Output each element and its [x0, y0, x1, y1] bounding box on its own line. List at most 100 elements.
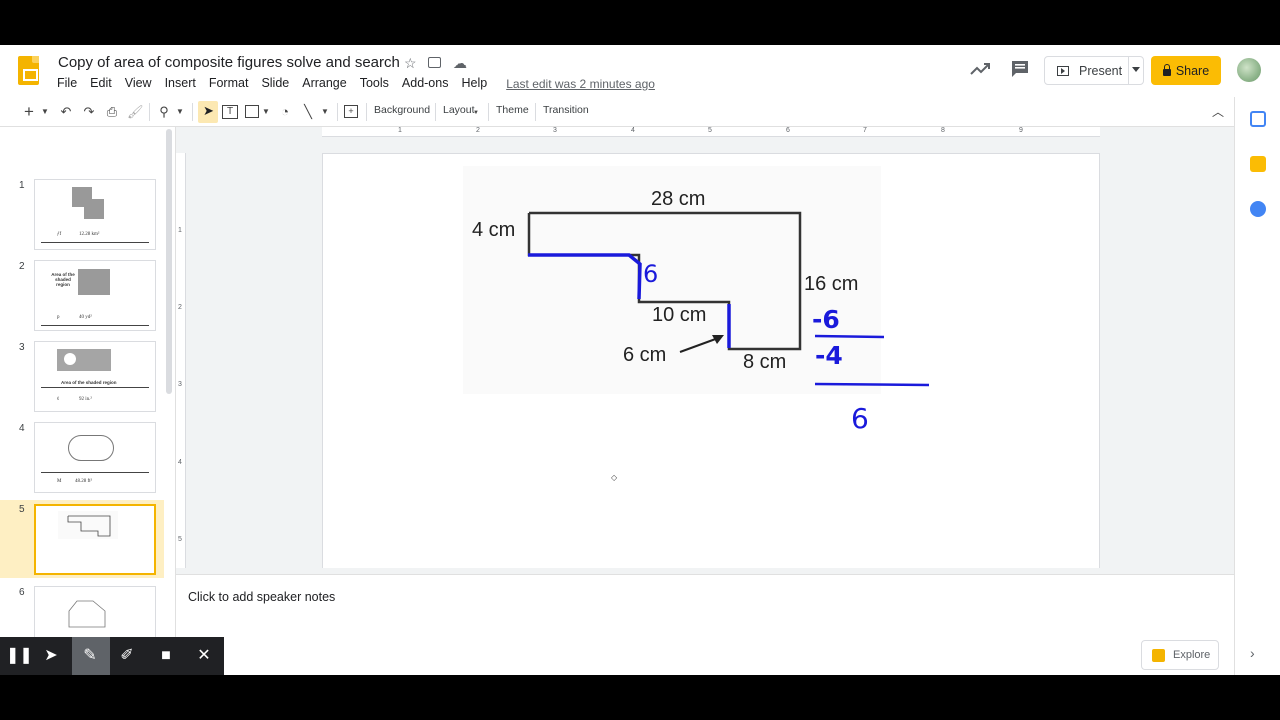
pen-tool-icon[interactable]: ✎: [80, 646, 100, 666]
menu-view[interactable]: View: [125, 76, 158, 94]
collapse-menus-chevron-up-icon[interactable]: ︿: [1210, 103, 1226, 121]
ink-underline-2: [814, 382, 930, 387]
paint-format-icon[interactable]: 🖌︎: [127, 103, 144, 121]
explore-button[interactable]: Explore: [1141, 640, 1219, 670]
layout-button[interactable]: Layout: [443, 104, 475, 116]
calendar-icon[interactable]: [1250, 111, 1266, 127]
menu-slide[interactable]: Slide: [261, 76, 295, 94]
menu-insert[interactable]: Insert: [165, 76, 202, 94]
speaker-notes[interactable]: Click to add speaker notes Explore: [176, 574, 1234, 675]
pause-icon[interactable]: ❚❚: [6, 646, 33, 666]
slide-number: 4: [19, 423, 25, 434]
present-dropdown-icon[interactable]: [1132, 67, 1140, 72]
slide-thumbnail-1[interactable]: ƒf 12.28 km²: [34, 179, 156, 250]
slides-logo-icon[interactable]: [18, 56, 39, 85]
ink-minus-two: -4: [815, 341, 843, 370]
highlighter-tool-icon[interactable]: ✐: [117, 646, 137, 666]
ink-result: 6: [851, 402, 869, 435]
slide-number: 2: [19, 261, 25, 272]
account-avatar[interactable]: [1237, 58, 1261, 82]
show-side-panel-chevron-icon[interactable]: ›: [1250, 645, 1255, 661]
theme-button[interactable]: Theme: [496, 104, 529, 116]
zoom-dropdown-icon[interactable]: ▼: [175, 103, 185, 121]
keep-icon[interactable]: [1250, 156, 1266, 172]
menu-edit[interactable]: Edit: [90, 76, 118, 94]
image-icon[interactable]: [245, 105, 259, 118]
menu-tools[interactable]: Tools: [360, 76, 395, 94]
slide-number: 5: [19, 504, 25, 515]
slide-thumbnail-3[interactable]: Area of the shaded region ℓ 92 in.²: [34, 341, 156, 412]
pointer-tool-icon[interactable]: ➤: [41, 646, 61, 666]
shape-icon[interactable]: ◔: [277, 103, 293, 121]
select-tool[interactable]: ➤: [198, 101, 218, 123]
ink-stroke-top: [528, 253, 642, 300]
slide-number: 6: [19, 587, 25, 598]
ink-minus-one: -6: [812, 305, 840, 334]
print-icon[interactable]: ⎙: [104, 103, 120, 121]
present-icon: [1057, 65, 1069, 76]
layout-dropdown-icon[interactable]: ▼: [472, 104, 480, 122]
share-button[interactable]: Share: [1151, 56, 1221, 85]
label-right: 16 cm: [804, 273, 859, 295]
redo-icon[interactable]: ↷: [81, 103, 97, 121]
slide-number: 3: [19, 342, 25, 353]
new-slide-icon[interactable]: +: [22, 103, 36, 121]
toolbar: + ▼ ↶ ↷ ⎙ 🖌︎ ⚲ ▼ ➤ T ▼ ◔ ╲ ▼ + Backgroun…: [0, 97, 1234, 127]
filmstrip-scrollbar[interactable]: [166, 129, 172, 394]
screen-recorder-toolbar: ❚❚ ➤ ✎ ✐ ■ ✕: [0, 637, 224, 675]
new-slide-layout-dropdown-icon[interactable]: ▼: [40, 103, 50, 121]
google-slides-window: Copy of area of composite figures solve …: [0, 45, 1280, 675]
cloud-saved-icon: ☁: [453, 55, 467, 71]
close-recorder-icon[interactable]: ✕: [194, 646, 214, 666]
star-icon[interactable]: ☆: [404, 55, 417, 71]
label-arrow: 6 cm: [623, 344, 667, 366]
image-dropdown-icon[interactable]: ▼: [261, 103, 271, 121]
explore-icon: [1152, 648, 1165, 662]
zoom-icon[interactable]: ⚲: [156, 103, 172, 121]
transition-button[interactable]: Transition: [543, 104, 589, 116]
undo-icon[interactable]: ↶: [58, 103, 74, 121]
speaker-notes-placeholder[interactable]: Click to add speaker notes: [188, 590, 335, 604]
camera-icon[interactable]: ■: [156, 646, 176, 666]
menu-file[interactable]: File: [57, 76, 83, 94]
share-label: Share: [1175, 63, 1210, 78]
line-dropdown-icon[interactable]: ▼: [320, 103, 330, 121]
menu-arrange[interactable]: Arrange: [302, 76, 352, 94]
slide-thumbnail-5[interactable]: [34, 504, 156, 575]
slide-number: 1: [19, 180, 25, 191]
label-left: 4 cm: [472, 219, 516, 241]
activity-dashboard-icon[interactable]: [968, 59, 992, 79]
menu-addons[interactable]: Add-ons: [402, 76, 455, 94]
text-box-icon[interactable]: T: [222, 105, 238, 119]
current-slide[interactable]: 28 cm 4 cm 16 cm 10 cm 6 cm 8 cm 6 -6 -4…: [322, 153, 1100, 590]
explore-label: Explore: [1173, 649, 1211, 661]
menu-help[interactable]: Help: [461, 76, 493, 94]
label-top: 28 cm: [651, 188, 706, 210]
background-button[interactable]: Background: [374, 104, 430, 116]
ink-underline-1: [814, 334, 885, 339]
horizontal-ruler: 1 2 3 4 5 6 7 8 9: [322, 127, 1100, 137]
move-folder-icon[interactable]: [428, 57, 441, 68]
comment-history-icon[interactable]: [1010, 60, 1030, 78]
menu-format[interactable]: Format: [209, 76, 255, 94]
lock-icon: [1162, 64, 1171, 76]
cursor-arrow-icon: ➤: [203, 103, 214, 118]
last-edit-link[interactable]: Last edit was 2 minutes ago: [506, 77, 655, 94]
figure-drawing: [527, 211, 930, 387]
present-button[interactable]: Present: [1044, 56, 1144, 85]
slide-filmstrip: 1 ƒf 12.28 km² 2 Area of the shaded regi…: [0, 127, 176, 675]
document-title[interactable]: Copy of area of composite figures solve …: [58, 54, 400, 71]
slide-canvas-area: 1 2 3 4 5 6 7 8 9 1 2 3 4 5 28 cm 4 cm 1…: [176, 127, 1234, 591]
tasks-icon[interactable]: [1250, 201, 1266, 217]
app-header: Copy of area of composite figures solve …: [0, 45, 1280, 97]
slide-thumbnail-2[interactable]: Area of the shaded region p 40 yd²: [34, 260, 156, 331]
vertical-ruler: 1 2 3 4 5: [176, 153, 186, 591]
label-middle: 10 cm: [652, 304, 707, 326]
slide-thumbnail-4[interactable]: M 48.28 ft²: [34, 422, 156, 493]
present-label: Present: [1079, 63, 1123, 78]
add-comment-icon[interactable]: +: [344, 105, 358, 118]
line-icon[interactable]: ╲: [300, 103, 316, 121]
figure-outline: [527, 211, 802, 351]
ink-value-step: 6: [643, 260, 659, 288]
menu-bar: File Edit View Insert Format Slide Arran…: [57, 76, 655, 94]
